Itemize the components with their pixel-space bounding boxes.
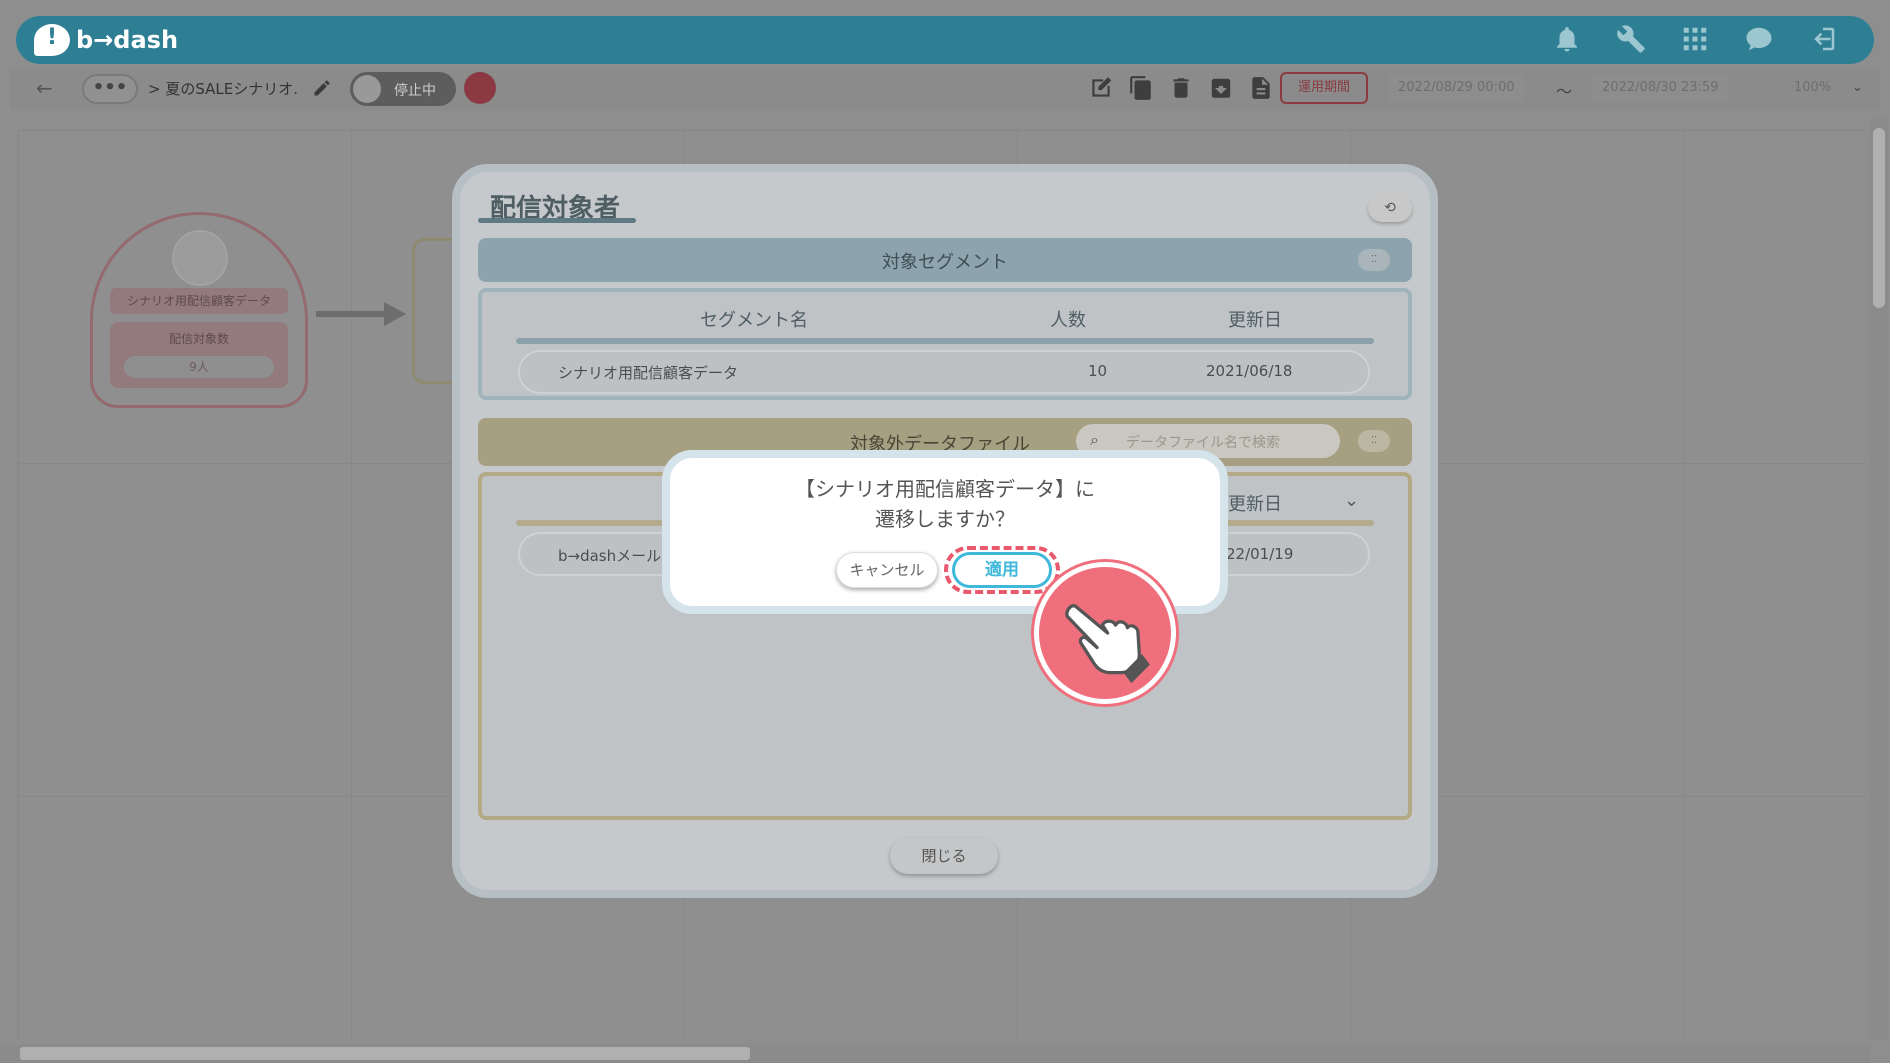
document-icon[interactable] — [1248, 74, 1274, 102]
grid-icon[interactable] — [1680, 24, 1710, 54]
history-button[interactable]: ⟲ — [1368, 194, 1412, 222]
connector-arrow-icon — [384, 302, 406, 326]
close-button[interactable]: 閉じる — [890, 838, 998, 874]
prohibit-icon[interactable] — [464, 72, 496, 104]
date-separator: 〜 — [1556, 82, 1573, 101]
exclusion-row-updated: 22/01/19 — [1226, 545, 1294, 563]
node-count-label: 配信対象数 — [168, 332, 229, 346]
dialog-message-line1: 【シナリオ用配信顧客データ】に — [795, 477, 1095, 501]
horizontal-scroll-thumb[interactable] — [20, 1047, 750, 1060]
column-header-updated[interactable]: 更新日 — [1228, 306, 1282, 332]
zoom-value: 100% — [1794, 80, 1832, 95]
cancel-button[interactable]: キャンセル — [836, 552, 938, 588]
status-toggle[interactable]: 停止中 — [350, 72, 456, 106]
back-arrow-icon[interactable]: ← — [36, 76, 64, 104]
copy-icon[interactable] — [1128, 74, 1154, 102]
toggle-knob — [353, 75, 381, 103]
column-header-count[interactable]: 人数 — [1050, 306, 1086, 332]
row-updated: 2021/06/18 — [1206, 362, 1293, 380]
datafile-search-placeholder: データファイル名で検索 — [1126, 435, 1280, 451]
history-icon: ⟲ — [1384, 200, 1396, 216]
row-segment-name: シナリオ用配信顧客データ — [558, 364, 739, 382]
pencil-icon[interactable] — [312, 78, 332, 98]
tool-icons — [1088, 74, 1274, 102]
logo-mark-icon — [34, 24, 70, 56]
archive-icon[interactable] — [1208, 74, 1234, 102]
exclusion-column-header-updated[interactable]: 更新日 — [1228, 490, 1282, 516]
trash-icon[interactable] — [1168, 74, 1194, 102]
segment-expand-button[interactable]: ⁚⁚ — [1358, 249, 1390, 271]
zoom-select[interactable]: 100% ⌄ — [1760, 74, 1874, 102]
app-logo[interactable]: b→dash — [34, 22, 178, 58]
apply-button[interactable]: 適用 — [952, 552, 1052, 588]
top-icons — [1552, 24, 1838, 54]
breadcrumb: > 夏のSALEシナリオ. — [148, 80, 299, 98]
dialog-message-line2: 遷移しますか？ — [875, 507, 1015, 531]
logo-text: b→dash — [76, 26, 179, 54]
users-icon — [172, 230, 228, 286]
logout-icon[interactable] — [1808, 24, 1838, 54]
title-underline — [478, 218, 636, 223]
connector-line — [316, 311, 386, 317]
exclusion-expand-button[interactable]: ⁚⁚ — [1358, 430, 1390, 452]
dialog-message: 【シナリオ用配信顧客データ】に 遷移しますか？ — [662, 474, 1228, 534]
segment-section-title: 対象セグメント — [882, 252, 1008, 273]
operation-period-button[interactable]: 運用期間 — [1280, 72, 1368, 104]
chevron-down-icon: ⌄ — [1852, 80, 1863, 95]
sort-chevron-down-icon[interactable]: ⌄ — [1344, 490, 1359, 511]
end-date-field[interactable]: 2022/08/30 23:59 — [1592, 74, 1729, 102]
bell-icon[interactable] — [1552, 24, 1582, 54]
start-date-field[interactable]: 2022/08/29 00:00 — [1388, 74, 1525, 102]
vertical-scroll-thumb[interactable] — [1873, 128, 1885, 308]
node-count-value: 9人 — [124, 356, 274, 378]
column-header-segment-name[interactable]: セグメント名 — [700, 306, 808, 332]
node-segment-name: シナリオ用配信顧客データ — [110, 288, 288, 314]
breadcrumb-more-button[interactable]: ••• — [82, 74, 138, 104]
row-count: 10 — [1088, 362, 1108, 380]
pointing-hand-icon — [1034, 562, 1176, 704]
edit-icon[interactable] — [1088, 74, 1114, 102]
status-toggle-label: 停止中 — [394, 83, 436, 99]
header-divider — [516, 338, 1374, 344]
exclusion-row-name: b→dashメール — [558, 547, 662, 565]
wrench-icon[interactable] — [1616, 24, 1646, 54]
chat-icon[interactable] — [1744, 24, 1774, 54]
search-icon: ⌕ — [1090, 430, 1099, 449]
